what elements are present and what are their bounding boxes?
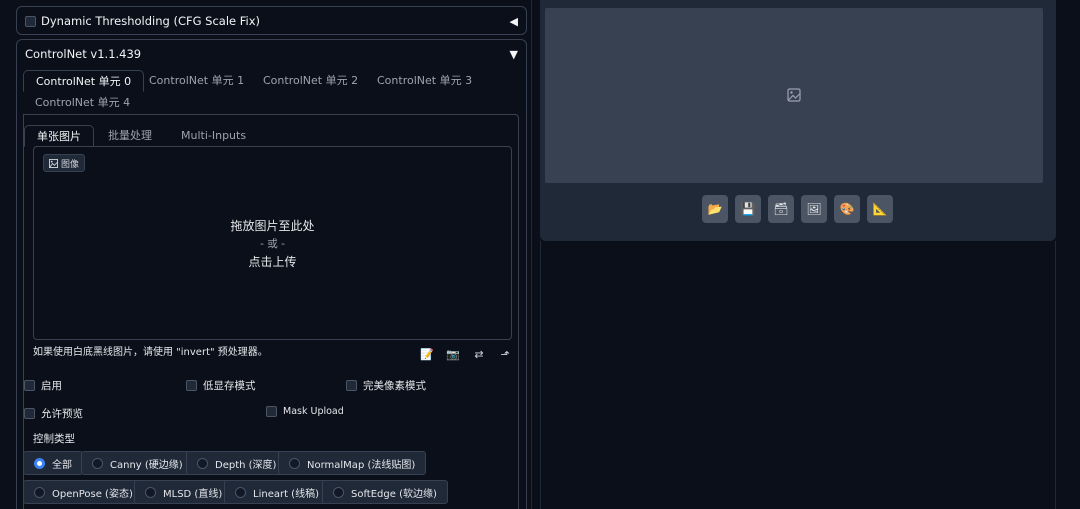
controlnet-title: ControlNet v1.1.439 — [25, 47, 142, 61]
control-type-canny[interactable]: Canny (硬边缘) — [81, 451, 194, 475]
controlnet-header[interactable]: ControlNet v1.1.439 ▼ — [17, 40, 526, 68]
tab-unit-1[interactable]: ControlNet 单元 1 — [137, 70, 256, 92]
save-button[interactable]: 💾 — [735, 195, 761, 223]
tab-unit-0[interactable]: ControlNet 单元 0 — [23, 70, 145, 92]
drop-or: - 或 - — [260, 238, 285, 250]
dynamic-thresholding-accordion[interactable]: Dynamic Thresholding (CFG Scale Fix) ◀ — [16, 6, 527, 35]
output-gallery-panel: 📂 💾 🗃 🖼 🎨 📐 — [540, 0, 1056, 241]
tab-multi-inputs[interactable]: Multi-Inputs — [169, 125, 258, 147]
image-icon — [49, 158, 58, 168]
triangle-ruler-icon: 📐 — [872, 202, 888, 216]
tab-single-image[interactable]: 单张图片 — [24, 125, 94, 147]
image-placeholder-icon — [787, 88, 801, 102]
radio — [92, 457, 103, 469]
image-label-badge: 图像 — [43, 154, 86, 172]
send-to-extras-button[interactable]: 📐 — [867, 195, 893, 223]
radio — [235, 486, 246, 498]
send-to-img2img-button[interactable]: 🖼 — [801, 195, 827, 223]
radio — [34, 486, 45, 498]
controlnet-unit-panel: 单张图片 批量处理 Multi-Inputs 图像 拖放图片至此处 - 或 - … — [23, 114, 519, 509]
tab-unit-3[interactable]: ControlNet 单元 3 — [365, 70, 484, 92]
dynamic-thresholding-checkbox[interactable] — [25, 15, 36, 27]
output-image-area[interactable] — [545, 8, 1043, 183]
tab-batch[interactable]: 批量处理 — [96, 125, 164, 147]
collapse-down-icon[interactable]: ▼ — [510, 48, 518, 61]
control-type-mlsd[interactable]: MLSD (直线) — [134, 480, 234, 504]
click-upload: 点击上传 — [248, 255, 297, 269]
control-type-normalmap-label: NormalMap (法线贴图) — [307, 459, 416, 471]
control-type-normalmap[interactable]: NormalMap (法线贴图) — [278, 451, 427, 475]
control-type-softedge[interactable]: SoftEdge (软边缘) — [322, 480, 448, 504]
archive-icon: 🗃 — [773, 202, 789, 216]
zip-button[interactable]: 🗃 — [768, 195, 794, 223]
left-column: Dynamic Thresholding (CFG Scale Fix) ◀ C… — [0, 0, 532, 509]
allow-preview-option[interactable]: 允许预览 — [24, 406, 83, 421]
low-vram-label: 低显存模式 — [203, 380, 256, 392]
floppy-disk-icon: 💾 — [740, 202, 756, 216]
control-type-openpose-label: OpenPose (姿态) — [52, 488, 133, 500]
right-column: 📂 💾 🗃 🖼 🎨 📐 — [532, 0, 1080, 509]
control-type-softedge-label: SoftEdge (软边缘) — [351, 488, 437, 500]
image-drop-zone[interactable]: 图像 拖放图片至此处 - 或 - 点击上传 — [33, 146, 512, 340]
invert-hint: 如果使用白底黑线图片，请使用 "invert" 预处理器。 — [33, 347, 268, 358]
output-action-buttons: 📂 💾 🗃 🖼 🎨 📐 — [702, 195, 893, 223]
control-type-all-label: 全部 — [52, 459, 72, 471]
enable-option[interactable]: 启用 — [24, 378, 62, 393]
low-vram-checkbox[interactable] — [186, 380, 197, 391]
control-type-label: 控制类型 — [33, 433, 75, 445]
allow-preview-label: 允许预览 — [41, 408, 83, 420]
control-type-openpose[interactable]: OpenPose (姿态) — [23, 480, 144, 504]
folder-icon: 📂 — [707, 202, 723, 216]
image-tools: 📝 📷 ⇄ ⬏ — [420, 348, 512, 361]
right-lower-panel — [540, 241, 1056, 509]
enable-checkbox[interactable] — [24, 380, 35, 391]
pixel-perfect-checkbox[interactable] — [346, 380, 357, 391]
radio-selected — [34, 457, 45, 469]
mask-upload-label: Mask Upload — [283, 406, 344, 417]
swap-icon[interactable]: ⇄ — [472, 348, 486, 361]
picture-icon: 🖼 — [806, 202, 822, 216]
radio — [197, 457, 208, 469]
control-type-depth-label: Depth (深度) — [215, 459, 277, 471]
low-vram-option[interactable]: 低显存模式 — [186, 378, 256, 393]
send-to-inpaint-button[interactable]: 🎨 — [834, 195, 860, 223]
dynamic-thresholding-title: Dynamic Thresholding (CFG Scale Fix) — [41, 14, 261, 28]
dynamic-thresholding-header[interactable]: Dynamic Thresholding (CFG Scale Fix) ◀ — [17, 7, 526, 35]
collapse-left-icon[interactable]: ◀ — [510, 15, 518, 28]
camera-icon[interactable]: 📷 — [446, 348, 460, 361]
pixel-perfect-label: 完美像素模式 — [363, 380, 426, 392]
new-canvas-icon[interactable]: 📝 — [420, 348, 434, 361]
mask-upload-option[interactable]: Mask Upload — [266, 406, 344, 417]
control-type-mlsd-label: MLSD (直线) — [163, 488, 223, 500]
tab-unit-2[interactable]: ControlNet 单元 2 — [251, 70, 370, 92]
image-label: 图像 — [61, 159, 80, 170]
control-type-lineart-label: Lineart (线稿) — [253, 488, 319, 500]
open-folder-button[interactable]: 📂 — [702, 195, 728, 223]
pixel-perfect-option[interactable]: 完美像素模式 — [346, 378, 426, 393]
enable-label: 启用 — [41, 380, 62, 392]
radio — [145, 486, 156, 498]
controlnet-accordion: ControlNet v1.1.439 ▼ ControlNet 单元 0 Co… — [16, 39, 527, 509]
control-type-lineart[interactable]: Lineart (线稿) — [224, 480, 330, 504]
mask-upload-checkbox[interactable] — [266, 406, 277, 417]
radio — [289, 457, 300, 469]
allow-preview-checkbox[interactable] — [24, 408, 35, 419]
drop-instruction: 拖放图片至此处 — [230, 219, 315, 233]
send-dimensions-icon[interactable]: ⬏ — [498, 348, 512, 361]
control-type-depth[interactable]: Depth (深度) — [186, 451, 288, 475]
palette-icon: 🎨 — [839, 202, 855, 216]
control-type-all[interactable]: 全部 — [23, 451, 83, 475]
tab-unit-4[interactable]: ControlNet 单元 4 — [23, 92, 142, 114]
control-type-canny-label: Canny (硬边缘) — [110, 459, 183, 471]
radio — [333, 486, 344, 498]
